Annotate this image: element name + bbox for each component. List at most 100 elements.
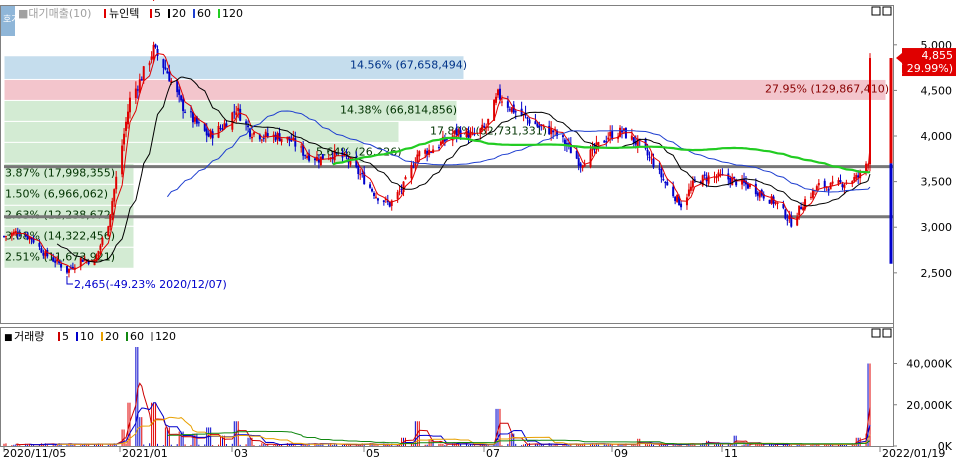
volume-ma-legend-label: 5 (62, 330, 69, 343)
candle-body (357, 166, 359, 174)
candle-body (44, 251, 46, 256)
candle-body (371, 189, 373, 191)
volume-profile-label: 14.56% (67,658,494) (350, 59, 467, 72)
candle-body (245, 121, 247, 123)
volume-y-tick-label: 40,000K (906, 358, 952, 371)
price-legend-label: ■대기매출(10) (18, 7, 91, 20)
candle-body (157, 49, 159, 56)
volume-profile-label: 1.50% (6,966,062) (5, 187, 108, 200)
candle-body (237, 108, 239, 111)
candle-body (19, 235, 21, 236)
candle-body (320, 157, 322, 166)
candle-body (824, 181, 826, 188)
candle-body (527, 117, 529, 119)
candle-body (314, 158, 316, 160)
candle-body (399, 191, 401, 192)
volume-ma-legend-label: 10 (80, 330, 94, 343)
candle-body (107, 226, 109, 236)
candle-body (416, 155, 418, 163)
y-tick-label: 4,500 (921, 84, 953, 97)
volume-legend-icon: ■ (4, 333, 13, 343)
ma-legend-label: 5 (154, 7, 161, 20)
candle-body (180, 95, 182, 100)
candle-body (853, 177, 855, 181)
candle-body (383, 200, 385, 202)
candle-body (306, 156, 308, 158)
legend-swatch-ma (168, 9, 170, 18)
candle-body (810, 197, 812, 198)
candle-body (454, 131, 456, 134)
candle-body (369, 184, 371, 187)
candle-body (664, 182, 666, 183)
y-tick-label: 3,000 (921, 221, 953, 234)
candle-body (538, 126, 540, 128)
candle-body (692, 181, 694, 188)
candle-body (198, 122, 200, 123)
candle-body (220, 128, 222, 129)
candle-body (609, 132, 611, 136)
ma-legend-label: 60 (197, 7, 211, 20)
candle-body (359, 174, 361, 175)
candle-body (137, 89, 139, 90)
candle-body (501, 102, 503, 103)
candle-body (838, 180, 840, 184)
x-tick-label: 2020/11/05 (3, 447, 66, 460)
stock-chart-window: 14.56% (67,658,494)27.95% (129,867,410)1… (0, 0, 957, 461)
candle-body (115, 177, 117, 189)
candle-body (151, 57, 153, 60)
candle-body (155, 44, 157, 47)
candle-body (562, 135, 564, 137)
candle-body (552, 131, 554, 133)
candle-body (253, 132, 255, 134)
candle-body (281, 138, 283, 142)
candle-body (38, 243, 40, 247)
candle-body (405, 177, 407, 179)
candle-body (688, 189, 690, 195)
candle-body (784, 209, 786, 218)
candle-body (647, 150, 649, 156)
x-tick-label: 07 (486, 447, 500, 460)
candle-body (812, 190, 814, 198)
candle-body (135, 89, 137, 98)
candle-body (231, 112, 233, 129)
candle-body (755, 184, 757, 194)
candle-body (798, 206, 800, 215)
candle-body (5, 236, 7, 237)
candle-body (776, 203, 778, 205)
candle-body (841, 184, 843, 187)
legend-swatch-ma (218, 9, 220, 18)
candle-body (397, 192, 399, 199)
candle-body (662, 179, 664, 180)
candle-body (471, 132, 473, 133)
volume-legend-label: 거래량 (14, 330, 44, 343)
candle-body (129, 98, 131, 113)
volume-profile-label: 3.08% (14,322,456) (5, 229, 115, 242)
candle-body (375, 197, 377, 198)
candle-body (536, 124, 538, 127)
candle-body (208, 133, 210, 136)
candle-body (580, 163, 582, 166)
candle-body (786, 220, 788, 221)
candle-body (113, 189, 115, 201)
candle-body (509, 109, 511, 110)
candle-body (239, 109, 241, 121)
legend-swatch-vol (126, 332, 128, 341)
candle-body (649, 157, 651, 158)
candle-body (499, 89, 501, 100)
candle-body (410, 165, 412, 178)
candle-body (141, 79, 143, 80)
candle-body (182, 99, 184, 111)
candle-body (153, 45, 155, 59)
candle-body (424, 150, 426, 154)
candle-body (40, 248, 42, 253)
candle-body (788, 216, 790, 219)
legend-swatch-ma (150, 9, 152, 18)
candle-body (300, 146, 302, 147)
candle-body (759, 192, 761, 198)
x-tick-label: 2021/01 (122, 447, 168, 460)
candle-body (377, 198, 379, 200)
candle-body (855, 175, 857, 179)
candle-body (690, 187, 692, 191)
candle-body (495, 97, 497, 103)
candle-body (127, 112, 129, 125)
